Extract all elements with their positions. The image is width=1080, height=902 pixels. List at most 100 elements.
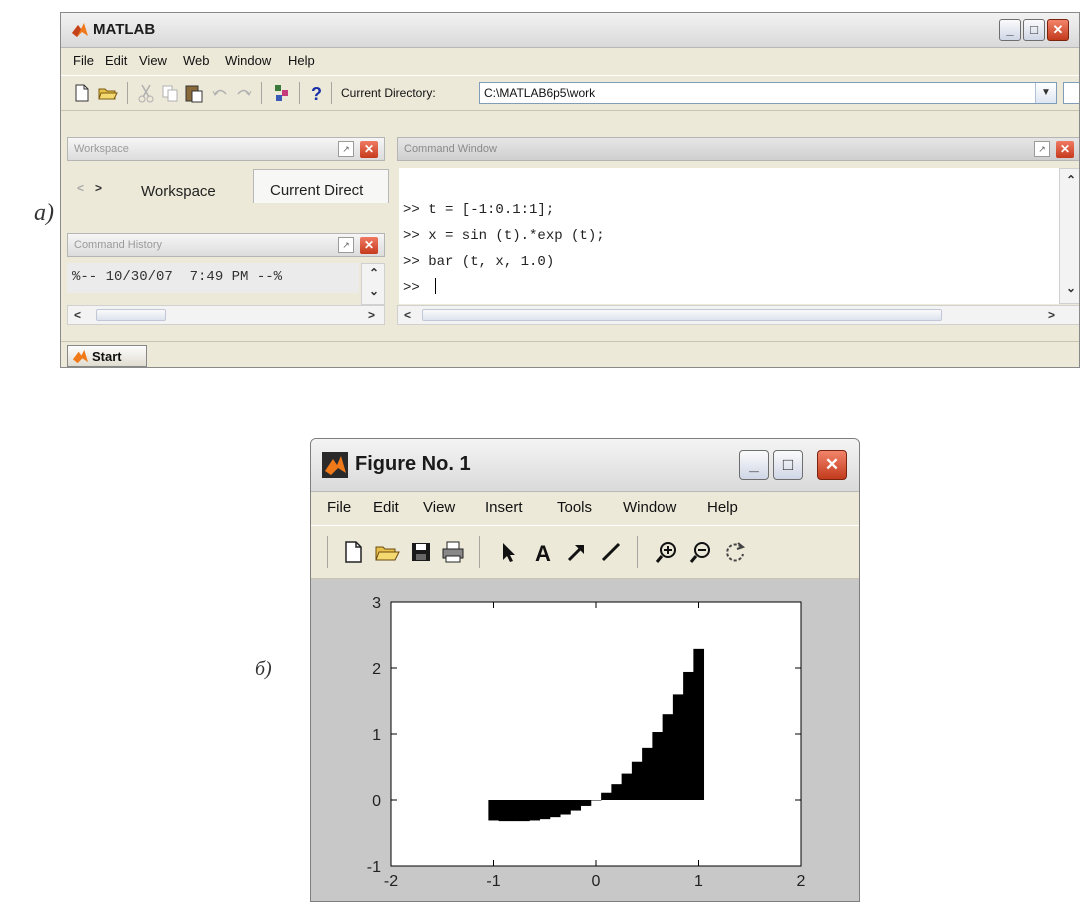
history-entry[interactable]: %-- 10/30/07 7:49 PM --% (67, 263, 359, 293)
chevron-left-icon[interactable]: < (77, 181, 84, 195)
close-icon[interactable]: ✕ (1056, 141, 1074, 158)
command-window-area[interactable]: >> t = [-1:0.1:1]; >> x = sin (t).*exp (… (399, 168, 1059, 304)
menu-view[interactable]: View (139, 53, 167, 68)
menu-tools[interactable]: Tools (557, 499, 592, 516)
menu-edit[interactable]: Edit (105, 53, 127, 68)
maximize-button[interactable]: □ (1023, 19, 1045, 41)
cut-icon[interactable] (135, 82, 157, 104)
x-tick-label: 1 (694, 873, 703, 890)
maximize-icon: □ (782, 455, 794, 474)
close-button[interactable]: ✕ (1047, 19, 1069, 41)
scroll-thumb[interactable] (96, 309, 166, 321)
line-icon[interactable] (597, 538, 625, 566)
open-folder-icon[interactable] (97, 82, 119, 104)
redo-icon[interactable] (233, 82, 255, 104)
menu-help[interactable]: Help (707, 499, 738, 516)
arrow-icon[interactable] (563, 538, 591, 566)
menu-edit[interactable]: Edit (373, 499, 399, 516)
bar (642, 747, 653, 800)
menu-help[interactable]: Help (288, 53, 315, 68)
svg-text:A: A (535, 541, 551, 566)
close-icon[interactable]: ✕ (360, 141, 378, 158)
pointer-icon[interactable] (495, 538, 523, 566)
command-window-title: Command Window (404, 143, 497, 155)
scroll-thumb[interactable] (422, 309, 942, 321)
bar (621, 773, 633, 800)
close-icon: ✕ (1052, 22, 1064, 37)
chevron-up-icon[interactable]: ⌃ (369, 266, 379, 280)
print-icon[interactable] (439, 538, 467, 566)
figure-window: Figure No. 1 _ □ ✕ File Edit View Insert… (310, 438, 860, 902)
chevron-up-icon[interactable]: ⌃ (1066, 173, 1076, 187)
matlab-titlebar[interactable]: MATLAB _ □ ✕ (61, 13, 1079, 48)
chevron-down-icon[interactable]: ▼ (1035, 83, 1056, 103)
menu-window[interactable]: Window (225, 53, 271, 68)
workspace-tabs: < > Workspace Current Direct (67, 163, 389, 203)
axes-background (391, 602, 801, 866)
bar (570, 800, 582, 811)
matlab-title: MATLAB (93, 21, 156, 38)
paste-icon[interactable] (183, 82, 205, 104)
bar (539, 800, 551, 820)
chevron-down-icon[interactable]: ⌄ (1066, 281, 1076, 295)
bar (601, 792, 612, 800)
chevron-right-icon[interactable]: > (368, 308, 375, 322)
menu-window[interactable]: Window (623, 499, 676, 516)
history-vertical-scrollbar[interactable]: ⌃ ⌄ (361, 263, 385, 305)
menu-file[interactable]: File (73, 53, 94, 68)
menu-insert[interactable]: Insert (485, 499, 523, 516)
tab-scroll-arrows[interactable]: < > (67, 163, 117, 203)
figure-title: Figure No. 1 (355, 453, 471, 475)
chevron-left-icon[interactable]: < (74, 308, 81, 322)
figure-titlebar[interactable]: Figure No. 1 _ □ ✕ (311, 439, 859, 492)
figure-label-b: б) (255, 658, 272, 680)
menu-file[interactable]: File (327, 499, 351, 516)
command-vertical-scrollbar[interactable]: ⌃ ⌄ (1059, 168, 1079, 304)
undock-icon[interactable]: ↗ (338, 141, 354, 157)
browse-directory-button[interactable] (1063, 82, 1079, 104)
chevron-right-icon[interactable]: > (1048, 308, 1055, 322)
minimize-button[interactable]: _ (739, 450, 769, 480)
matlab-statusbar: Start (61, 341, 1079, 367)
chevron-right-icon[interactable]: > (95, 181, 102, 195)
command-window-titlebar[interactable]: Command Window ↗ ✕ (397, 137, 1079, 161)
zoom-out-icon[interactable] (687, 538, 715, 566)
history-panel-titlebar[interactable]: Command History ↗ ✕ (67, 233, 385, 257)
open-folder-icon[interactable] (373, 538, 401, 566)
command-horizontal-scrollbar[interactable]: < > (397, 305, 1079, 325)
close-button[interactable]: ✕ (817, 450, 847, 480)
bar-chart[interactable]: -2 -1 0 1 2-10123 (311, 579, 859, 901)
current-directory-field[interactable]: C:\MATLAB6p5\work ▼ (479, 82, 1057, 104)
y-tick-label: 2 (372, 661, 381, 678)
y-tick-label: 3 (372, 595, 381, 612)
command-line-3: >> bar (t, x, 1.0) (403, 254, 555, 270)
y-tick-label: -1 (367, 859, 381, 876)
matlab-window: MATLAB _ □ ✕ File Edit View Web Window H… (60, 12, 1080, 368)
chevron-left-icon[interactable]: < (404, 308, 411, 322)
chevron-down-icon[interactable]: ⌄ (369, 284, 379, 298)
minimize-icon: _ (1006, 22, 1014, 37)
bar (683, 671, 694, 800)
tab-current-directory[interactable]: Current Direct (253, 169, 389, 203)
undock-icon[interactable]: ↗ (1034, 141, 1050, 157)
save-icon[interactable] (407, 538, 435, 566)
maximize-button[interactable]: □ (773, 450, 803, 480)
tab-workspace[interactable]: Workspace (123, 169, 253, 203)
rotate-icon[interactable] (721, 538, 749, 566)
help-icon[interactable]: ? (305, 82, 327, 104)
menu-web[interactable]: Web (183, 53, 210, 68)
minimize-button[interactable]: _ (999, 19, 1021, 41)
copy-icon[interactable] (159, 82, 181, 104)
simulink-icon[interactable] (271, 82, 293, 104)
zoom-in-icon[interactable] (653, 538, 681, 566)
new-file-icon[interactable] (339, 538, 367, 566)
history-horizontal-scrollbar[interactable]: < > (67, 305, 385, 325)
close-icon[interactable]: ✕ (360, 237, 378, 254)
text-icon[interactable]: A (529, 538, 557, 566)
start-button[interactable]: Start (67, 345, 147, 367)
menu-view[interactable]: View (423, 499, 455, 516)
undock-icon[interactable]: ↗ (338, 237, 354, 253)
new-file-icon[interactable] (71, 82, 93, 104)
undo-icon[interactable] (209, 82, 231, 104)
workspace-panel-titlebar[interactable]: Workspace ↗ ✕ (67, 137, 385, 161)
